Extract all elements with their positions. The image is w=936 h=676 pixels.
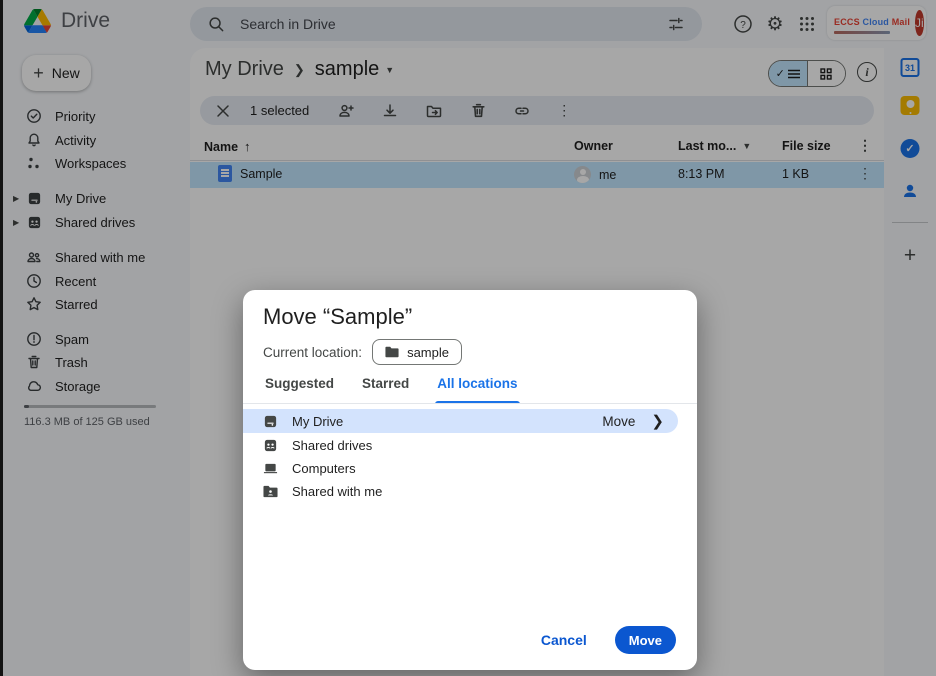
dialog-tabs: Suggested Starred All locations bbox=[263, 372, 520, 400]
tabs-divider bbox=[243, 403, 697, 404]
chevron-right-icon[interactable]: ❯ bbox=[651, 412, 664, 430]
folder-icon bbox=[385, 346, 399, 358]
current-location-name: sample bbox=[407, 345, 449, 360]
move-button[interactable]: Move bbox=[615, 626, 676, 654]
dialog-title: Move “Sample” bbox=[263, 304, 412, 330]
shared-folder-icon bbox=[263, 485, 278, 498]
tab-suggested[interactable]: Suggested bbox=[263, 372, 336, 400]
current-location-row: Current location: sample bbox=[263, 339, 462, 365]
location-row-shared-with-me[interactable]: Shared with me bbox=[243, 479, 697, 503]
tab-all-locations[interactable]: All locations bbox=[435, 372, 519, 400]
tab-starred[interactable]: Starred bbox=[360, 372, 411, 400]
location-label: Shared drives bbox=[292, 438, 372, 453]
row-action: Move ❯ bbox=[602, 412, 678, 430]
location-label: Computers bbox=[292, 461, 356, 476]
cancel-button[interactable]: Cancel bbox=[541, 632, 587, 648]
drive-hdd-icon bbox=[263, 414, 278, 429]
dialog-footer: Cancel Move bbox=[243, 626, 697, 654]
computer-icon bbox=[263, 461, 278, 476]
location-label: Shared with me bbox=[292, 484, 382, 499]
current-location-label: Current location: bbox=[263, 345, 362, 360]
move-dialog: Move “Sample” Current location: sample S… bbox=[243, 290, 697, 670]
shared-drive-icon bbox=[263, 438, 278, 453]
location-row-shared-drives[interactable]: Shared drives bbox=[243, 433, 697, 457]
location-row-my-drive[interactable]: My Drive Move ❯ bbox=[243, 409, 678, 433]
current-location-chip[interactable]: sample bbox=[372, 339, 462, 365]
location-row-computers[interactable]: Computers bbox=[243, 456, 697, 480]
location-label: My Drive bbox=[292, 414, 343, 429]
row-move-label[interactable]: Move bbox=[602, 414, 635, 429]
